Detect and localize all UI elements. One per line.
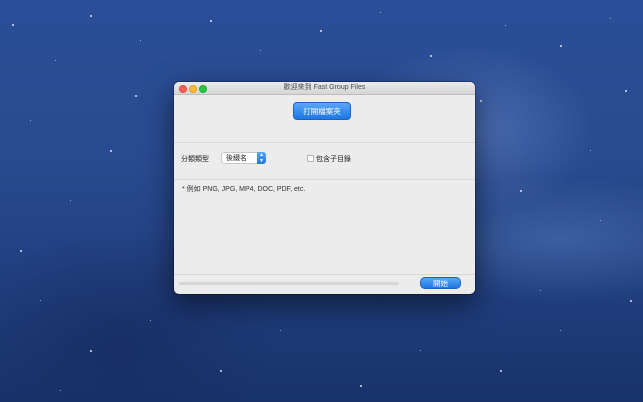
category-type-select[interactable]: 後綴名 ▲ ▼ (221, 152, 266, 164)
example-text: * 例如 PNG, JPG, MP4, DOC, PDF, etc. (182, 186, 306, 193)
open-folder-button[interactable]: 打開檔案夾 (293, 102, 351, 120)
window-title: 歡迎來到 Fast Group Files (283, 84, 366, 91)
include-subdirectories-checkbox[interactable] (307, 155, 314, 162)
progress-bar (179, 282, 399, 285)
start-button[interactable]: 開始 (420, 277, 461, 289)
title-bar[interactable]: 歡迎來到 Fast Group Files (174, 82, 475, 95)
include-subdirectories-label: 包含子目錄 (316, 156, 351, 163)
app-window: 歡迎來到 Fast Group Files 打開檔案夾 分類類型 後綴名 ▲ ▼ … (174, 82, 475, 294)
divider-middle (174, 179, 475, 180)
category-type-label: 分類類型 (181, 156, 209, 163)
updown-chevron-icon: ▲ ▼ (257, 152, 266, 164)
divider-top (174, 142, 475, 143)
category-type-value: 後綴名 (226, 155, 247, 162)
divider-bottom (174, 274, 475, 275)
